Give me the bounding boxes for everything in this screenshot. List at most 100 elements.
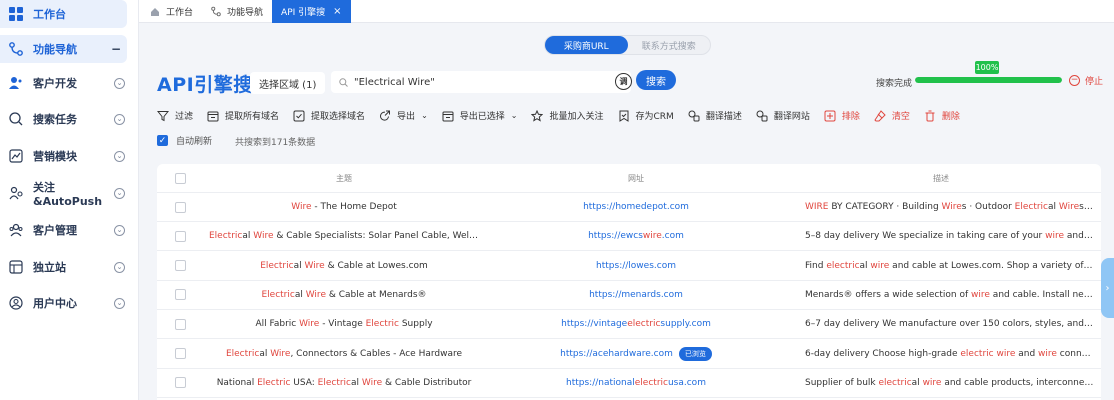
delete-button[interactable]: 删除: [924, 109, 960, 122]
sidebar-item-search-task[interactable]: 搜索任务 ⌄: [0, 105, 127, 133]
chevron-down-icon[interactable]: ⌄: [114, 113, 125, 125]
table-row[interactable]: Electrical Wire & Cable Specialists: Sol…: [157, 222, 1101, 252]
text-segment: al: [1048, 202, 1059, 212]
sidebar-item-website[interactable]: 独立站 ⌄: [0, 253, 127, 281]
sidebar-item-customer-dev[interactable]: 客户开发 ⌄: [0, 69, 127, 97]
tab-api-search[interactable]: API 引擎搜 ×: [272, 0, 351, 23]
row-checkbox[interactable]: [174, 260, 186, 272]
tone-button[interactable]: 调: [615, 73, 632, 90]
export-selected-label: 导出已选择: [459, 112, 505, 122]
text-segment: https://menards.com: [589, 289, 683, 300]
url-link[interactable]: https://vintageelectricsupply.com: [561, 319, 711, 329]
row-checkbox[interactable]: [174, 377, 186, 389]
row-checkbox[interactable]: [174, 201, 186, 213]
url-link[interactable]: https://nationalelectricusa.com: [566, 378, 706, 388]
chevron-down-icon[interactable]: ⌄: [114, 150, 125, 162]
table-row[interactable]: Electrical Wire & Cable at Menards® https…: [157, 281, 1101, 310]
keyword-highlight: electric: [878, 377, 912, 388]
row-url[interactable]: https://ewcswire.com: [485, 231, 787, 241]
sidebar-item-marketing[interactable]: 营销模块 ⌄: [0, 142, 127, 170]
keyword-highlight: wire: [996, 348, 1016, 359]
chevron-down-icon[interactable]: ⌄: [114, 187, 125, 199]
filter-button[interactable]: 过滤: [157, 109, 193, 122]
table-row[interactable]: National Electric USA: Electrical Wire &…: [157, 369, 1101, 398]
row-subject[interactable]: National Electric USA: Electrical Wire &…: [203, 378, 485, 388]
table-row[interactable]: Electrical Wire & Cable at Lowes.com http…: [157, 252, 1101, 281]
sidebar-item-label: 用户中心: [33, 297, 77, 310]
row-subject[interactable]: Electrical Wire & Cable at Menards®: [203, 290, 485, 300]
sidebar-item-navigation[interactable]: 功能导航 −: [0, 35, 127, 63]
collapse-icon[interactable]: −: [111, 42, 121, 56]
export-selected-button[interactable]: 导出已选择 ⌄: [442, 109, 517, 122]
extract-all-domains-button[interactable]: 提取所有域名: [207, 109, 279, 122]
header-desc: 描述: [933, 173, 949, 183]
tab-dashboard[interactable]: 工作台: [139, 0, 202, 23]
row-url[interactable]: https://homedepot.com: [485, 202, 787, 212]
row-checkbox[interactable]: [174, 230, 186, 242]
tab-navigation[interactable]: 功能导航: [202, 0, 272, 23]
table-row[interactable]: All Fabric Wire - Vintage Electric Suppl…: [157, 310, 1101, 340]
text-segment: & Cable at Lowes.com: [324, 260, 428, 271]
text-segment: connect...: [1056, 348, 1101, 359]
side-expand-tab[interactable]: ›: [1101, 258, 1114, 318]
translate-desc-button[interactable]: 翻译描述: [688, 109, 742, 122]
row-url[interactable]: https://nationalelectricusa.com: [485, 378, 787, 388]
row-subject[interactable]: Electrical Wire & Cable at Lowes.com: [203, 261, 485, 271]
batch-follow-button[interactable]: 批量加入关注: [531, 109, 604, 122]
chevron-down-icon[interactable]: ⌄: [114, 224, 125, 236]
region-selector[interactable]: 选择区域 (1): [250, 72, 326, 94]
translate-site-button[interactable]: 翻译网站: [756, 109, 810, 122]
sidebar-item-user-center[interactable]: 用户中心 ⌄: [0, 289, 127, 317]
extract-selected-domains-button[interactable]: 提取选择域名: [293, 109, 365, 122]
sidebar-item-dashboard[interactable]: 工作台: [0, 0, 127, 28]
auto-refresh-checkbox[interactable]: ✓ 自动刷新: [157, 134, 212, 147]
keyword-highlight: WIRE: [805, 202, 829, 212]
url-link[interactable]: https://acehardware.com: [560, 349, 673, 359]
row-subject[interactable]: All Fabric Wire - Vintage Electric Suppl…: [203, 319, 485, 329]
page-title: API引擎搜: [157, 74, 253, 96]
row-url[interactable]: https://menards.com: [485, 290, 787, 300]
exclude-label: 排除: [841, 112, 860, 122]
chevron-down-icon[interactable]: ⌄: [114, 77, 125, 89]
save-crm-button[interactable]: 存为CRM: [618, 109, 674, 122]
sidebar: 工作台 功能导航 − 客户开发 ⌄ 搜索任务 ⌄ 营销模块 ⌄ 关注&AutoP…: [0, 0, 139, 400]
table-row[interactable]: Wire - The Home Depot https://homedepot.c…: [157, 193, 1101, 222]
extract-selected-label: 提取选择域名: [311, 112, 366, 122]
text-segment: All Fabric: [255, 319, 300, 330]
url-link[interactable]: https://homedepot.com: [583, 202, 689, 212]
table-row[interactable]: Electrical Wire, Connectors & Cables - A…: [157, 340, 1101, 369]
checkbox-checked[interactable]: ✓: [157, 135, 168, 146]
eraser-icon: [874, 109, 886, 122]
exclude-button[interactable]: 排除: [824, 109, 860, 122]
translate-desc-label: 翻译描述: [705, 112, 742, 122]
sidebar-item-customer-manage[interactable]: 客户管理 ⌄: [0, 216, 127, 244]
text-segment: - The Home Depot: [311, 202, 397, 212]
row-url[interactable]: https://lowes.com: [485, 261, 787, 271]
export-button[interactable]: 导出 ⌄: [379, 109, 428, 122]
keyword-highlight: Wire: [941, 202, 962, 212]
search-button[interactable]: 搜索: [636, 70, 676, 90]
sidebar-item-follow[interactable]: 关注&AutoPush ⌄: [0, 179, 127, 208]
url-link[interactable]: https://ewcswire.com: [588, 231, 684, 241]
row-subject[interactable]: Electrical Wire, Connectors & Cables - A…: [203, 349, 485, 359]
url-link[interactable]: https://lowes.com: [596, 261, 676, 271]
search-input[interactable]: "Electrical Wire": [331, 71, 631, 93]
chevron-down-icon[interactable]: ⌄: [114, 297, 125, 309]
url-link[interactable]: https://menards.com: [589, 290, 683, 300]
row-url[interactable]: https://vintageelectricsupply.com: [485, 319, 787, 329]
row-checkbox[interactable]: [174, 289, 186, 301]
marketing-icon: [8, 149, 23, 164]
row-url[interactable]: https://acehardware.com 已浏览: [485, 346, 787, 361]
select-all-checkbox[interactable]: [174, 172, 186, 184]
row-checkbox[interactable]: [174, 318, 186, 330]
keyword-highlight: electric: [634, 377, 668, 388]
chevron-down-icon[interactable]: ⌄: [114, 261, 125, 273]
close-icon[interactable]: ×: [333, 6, 341, 17]
stop-button[interactable]: − 停止: [1069, 74, 1103, 87]
mode-buyer-url[interactable]: 采购商URL: [545, 36, 628, 54]
row-checkbox[interactable]: [174, 348, 186, 359]
clear-button[interactable]: 清空: [874, 109, 910, 122]
row-subject[interactable]: Electrical Wire & Cable Specialists: Sol…: [203, 231, 485, 241]
mode-contact-search[interactable]: 联系方式搜索: [628, 36, 711, 54]
row-subject[interactable]: Wire - The Home Depot: [203, 202, 485, 212]
